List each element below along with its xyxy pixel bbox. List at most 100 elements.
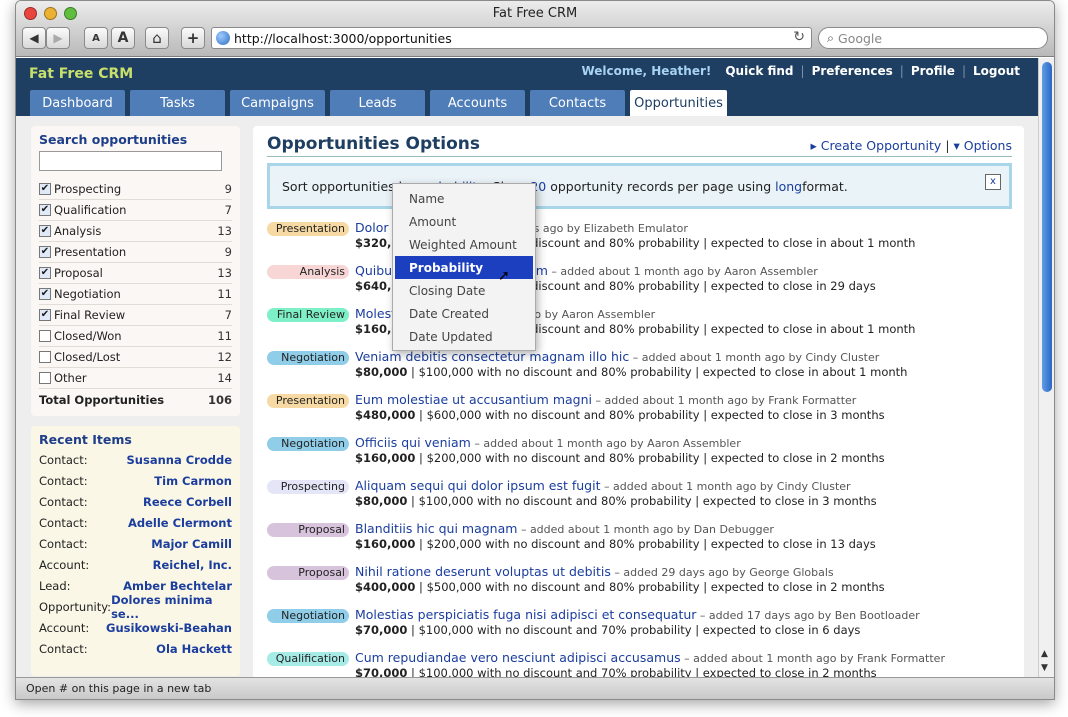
filter-checkbox[interactable]: ✔ — [39, 204, 51, 216]
opportunity-detail: | $100,000 with no discount and 80% prob… — [407, 365, 908, 379]
home-icon[interactable]: ⌂ — [145, 27, 169, 49]
recent-item-link[interactable]: Major Camill — [151, 537, 232, 551]
tab-accounts[interactable]: Accounts — [430, 90, 525, 116]
recent-item-link[interactable]: Ola Hackett — [156, 642, 232, 656]
filter-checkbox[interactable]: ✔ — [39, 225, 51, 237]
filter-label: Closed/Won — [54, 329, 122, 343]
logout-link[interactable]: Logout — [966, 64, 1027, 78]
tab-tasks[interactable]: Tasks — [130, 90, 225, 116]
filter-row[interactable]: ✔ Qualification 7 — [39, 200, 232, 221]
recent-item: Account: Gusikowski-Beahan — [39, 617, 232, 638]
filter-row[interactable]: Other 14 — [39, 368, 232, 389]
vertical-scrollbar[interactable]: ▲ ▼ — [1038, 58, 1054, 679]
scroll-up-arrow[interactable]: ▲ — [1041, 649, 1048, 659]
filter-row[interactable]: ✔ Analysis 13 — [39, 221, 232, 242]
opportunity-detail-line: $480,000 | $600,000 with no discount and… — [355, 408, 885, 422]
stage-badge: Prospecting — [267, 480, 349, 494]
filter-row[interactable]: Closed/Lost 12 — [39, 347, 232, 368]
preferences-link[interactable]: Preferences — [805, 64, 900, 78]
recent-item-type: Contact: — [39, 515, 88, 530]
opportunity-weighted-amount: $160,000 — [355, 537, 416, 551]
opportunity-name-link[interactable]: Blanditiis hic qui magnam — [355, 521, 517, 536]
opportunity-name-link[interactable]: Nihil ratione deserunt voluptas ut debit… — [355, 564, 611, 579]
recent-item-link[interactable]: Susanna Crodde — [127, 453, 233, 467]
recent-item-link[interactable]: Gusikowski-Beahan — [106, 621, 232, 635]
opportunity-name-link[interactable]: Eum molestiae ut accusantium magni — [355, 392, 592, 407]
sort-option[interactable]: Date Updated — [393, 325, 535, 348]
sort-option[interactable]: Closing Date — [393, 279, 535, 302]
tab-campaigns[interactable]: Campaigns — [230, 90, 325, 116]
opportunity-weighted-amount: $70,000 — [355, 623, 408, 637]
tab-contacts[interactable]: Contacts — [530, 90, 625, 116]
recent-item-link[interactable]: Amber Bechtelar — [123, 579, 232, 593]
tab-opportunities[interactable]: Opportunities — [630, 90, 727, 116]
opportunity-name-link[interactable]: Cum repudiandae vero nesciunt adipisci a… — [355, 650, 681, 665]
opportunity-row: Negotiation Molestias perspiciatis fuga n… — [267, 607, 1010, 650]
opportunity-detail: | $100,000 with no discount and 70% prob… — [407, 623, 861, 637]
total-count: 106 — [207, 392, 232, 407]
title-bar: Fat Free CRM ◀ ▶ A A ⌂ + http://localhos… — [16, 1, 1054, 57]
back-button[interactable]: ◀ — [22, 27, 46, 49]
smaller-text-button[interactable]: A — [84, 27, 108, 49]
opportunity-detail: | $200,000 with no discount and 80% prob… — [415, 537, 876, 551]
sort-option[interactable]: Name — [393, 187, 535, 210]
opportunity-name-link[interactable]: Officiis qui veniam — [355, 435, 471, 450]
recent-item-link[interactable]: Reece Corbell — [143, 495, 232, 509]
filter-row[interactable]: ✔ Prospecting 9 — [39, 179, 232, 200]
close-options-button[interactable]: x — [985, 174, 1001, 190]
filter-checkbox[interactable]: ✔ — [39, 267, 51, 279]
add-bookmark-button[interactable]: + — [181, 27, 205, 49]
recent-item-link[interactable]: Dolores minima se... — [111, 593, 232, 621]
recent-item-link[interactable]: Tim Carmon — [154, 474, 232, 488]
quick-find-link[interactable]: Quick find — [718, 64, 800, 78]
opportunity-weighted-amount: $80,000 — [355, 365, 408, 379]
opportunity-row: Presentation Dolor rat – added about 16 d… — [267, 220, 1010, 263]
options-link[interactable]: ▾ Options — [954, 138, 1012, 153]
filter-row[interactable]: ✔ Presentation 9 — [39, 242, 232, 263]
app-header: Fat Free CRM Welcome, Heather! Quick fin… — [16, 58, 1040, 116]
filter-checkbox[interactable]: ✔ — [39, 288, 51, 300]
search-opportunities-panel: Search opportunities ✔ Prospecting 9 ✔ Quali… — [31, 126, 240, 416]
url-text: http://localhost:3000/opportunities — [234, 30, 452, 46]
stage-badge: Negotiation — [267, 609, 349, 623]
forward-button[interactable]: ▶ — [46, 27, 70, 49]
opportunity-body: Cum repudiandae vero nesciunt adipisci a… — [355, 650, 945, 679]
search-input[interactable] — [39, 151, 222, 171]
opportunity-name-link[interactable]: Veniam debitis consectetur magnam illo h… — [355, 349, 629, 364]
opportunity-title-line: Nihil ratione deserunt voluptas ut debit… — [355, 564, 885, 579]
filter-checkbox[interactable] — [39, 330, 51, 342]
filter-row[interactable]: Closed/Won 11 — [39, 326, 232, 347]
recent-item-link[interactable]: Reichel, Inc. — [153, 558, 232, 572]
filter-row[interactable]: ✔ Final Review 7 — [39, 305, 232, 326]
tab-dashboard[interactable]: Dashboard — [30, 90, 125, 116]
opportunity-name-link[interactable]: Molestias perspiciatis fuga nisi adipisc… — [355, 607, 696, 622]
scroll-down-arrow[interactable]: ▼ — [1041, 663, 1048, 673]
filter-checkbox[interactable]: ✔ — [39, 246, 51, 258]
opportunity-name-link[interactable]: Aliquam sequi qui dolor ipsum est fugit — [355, 478, 601, 493]
address-bar[interactable]: http://localhost:3000/opportunities ↻ — [211, 27, 812, 49]
format-link[interactable]: long — [775, 179, 802, 194]
top-nav: Welcome, Heather! Quick find | Preferenc… — [574, 64, 1027, 78]
filter-checkbox[interactable] — [39, 351, 51, 363]
filter-checkbox[interactable]: ✔ — [39, 183, 51, 195]
sort-option[interactable]: Amount — [393, 210, 535, 233]
sort-option[interactable]: Probability — [395, 256, 533, 279]
scroll-thumb[interactable] — [1042, 62, 1052, 392]
opportunity-body: Blanditiis hic qui magnam – added about … — [355, 521, 876, 564]
filter-checkbox[interactable] — [39, 372, 51, 384]
reload-icon[interactable]: ↻ — [793, 29, 805, 45]
filter-row[interactable]: ✔ Negotiation 11 — [39, 284, 232, 305]
sort-option[interactable]: Weighted Amount — [393, 233, 535, 256]
recent-item-link[interactable]: Adelle Clermont — [128, 516, 232, 530]
opportunity-detail-line: $400,000 | $500,000 with no discount and… — [355, 580, 885, 594]
filter-row[interactable]: ✔ Proposal 13 — [39, 263, 232, 284]
sort-option[interactable]: Date Created — [393, 302, 535, 325]
larger-text-button[interactable]: A — [111, 27, 135, 49]
profile-link[interactable]: Profile — [904, 64, 962, 78]
magnifier-icon: ⌕ — [827, 30, 835, 45]
tab-leads[interactable]: Leads — [330, 90, 425, 116]
google-search-field[interactable]: ⌕ Google — [818, 27, 1048, 49]
create-opportunity-link[interactable]: ▸ Create Opportunity — [811, 138, 942, 153]
app-logo[interactable]: Fat Free CRM — [29, 66, 133, 82]
filter-checkbox[interactable]: ✔ — [39, 309, 51, 321]
